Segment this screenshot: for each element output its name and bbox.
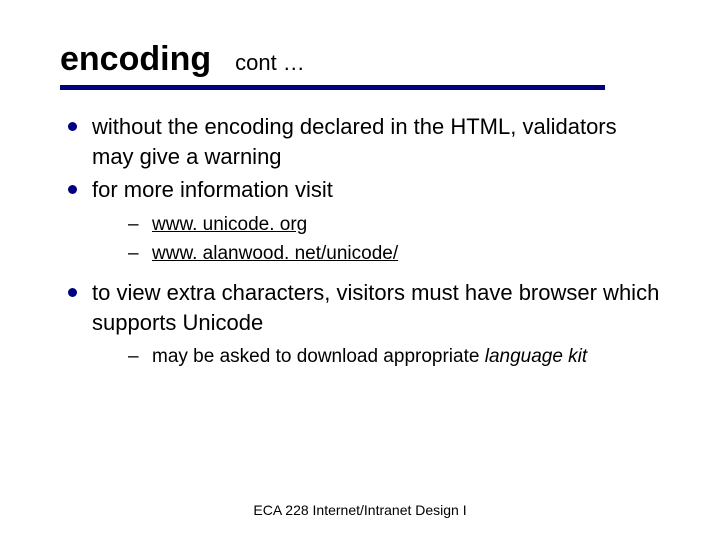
bullet-text: without the encoding declared in the HTM…	[92, 114, 617, 169]
slide-footer: ECA 228 Internet/Intranet Design I	[0, 502, 720, 518]
slide-title: encoding	[60, 40, 211, 79]
sub-bullet-item: may be asked to download appropriate lan…	[92, 343, 660, 372]
slide-subtitle: cont …	[235, 50, 305, 76]
sub-bullet-list: may be asked to download appropriate lan…	[92, 343, 660, 372]
bullet-item: to view extra characters, visitors must …	[64, 278, 660, 372]
sub-bullet-item: www. unicode. org	[92, 211, 660, 240]
bullet-list: without the encoding declared in the HTM…	[64, 112, 660, 372]
title-row: encoding cont …	[60, 40, 660, 79]
slide: encoding cont … without the encoding dec…	[0, 0, 720, 540]
sub-bullet-list: www. unicode. org www. alanwood. net/uni…	[92, 211, 660, 268]
link-alanwood[interactable]: www. alanwood. net/unicode/	[152, 243, 398, 264]
bullet-item: for more information visit www. unicode.…	[64, 175, 660, 268]
italic-text: language kit	[485, 346, 587, 367]
content-area: without the encoding declared in the HTM…	[60, 112, 660, 372]
bullet-text: for more information visit	[92, 177, 333, 202]
bullet-item: without the encoding declared in the HTM…	[64, 112, 660, 171]
sub-bullet-text: may be asked to download appropriate	[152, 346, 485, 367]
bullet-text: to view extra characters, visitors must …	[92, 280, 659, 335]
sub-bullet-item: www. alanwood. net/unicode/	[92, 240, 660, 269]
link-unicode[interactable]: www. unicode. org	[152, 214, 307, 235]
title-underline	[60, 85, 605, 90]
